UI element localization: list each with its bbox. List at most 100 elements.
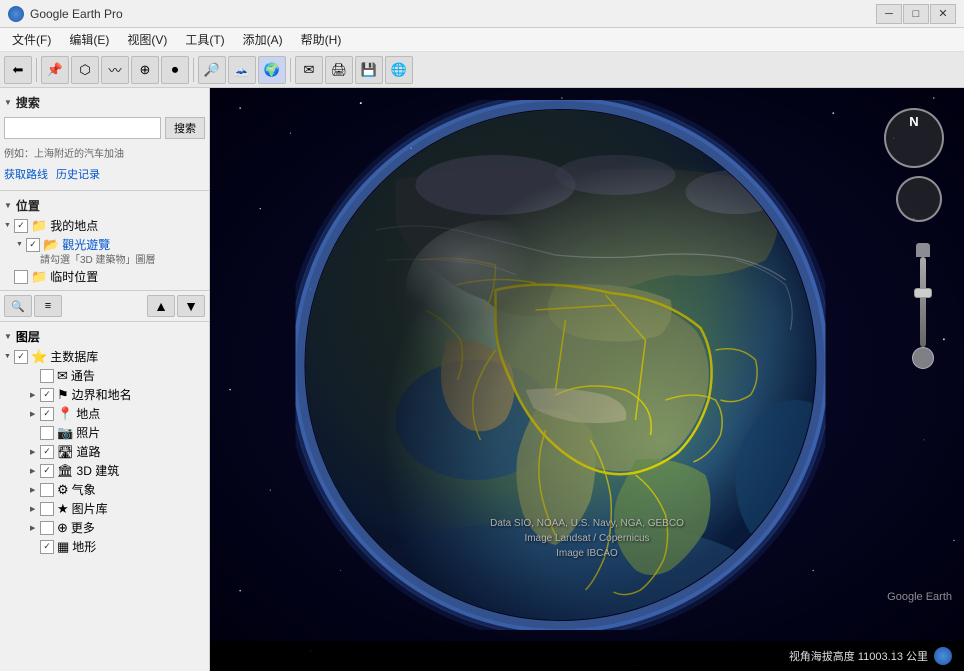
minimize-button[interactable]: ─ (876, 4, 902, 24)
weather-checkbox[interactable] (40, 483, 54, 497)
border-checkbox[interactable] (40, 388, 54, 402)
buildings-checkbox[interactable] (40, 464, 54, 478)
more-label: 更多 (71, 519, 95, 536)
toolbar-sep-2 (193, 58, 194, 82)
toolbar-maps-btn[interactable]: 🌐 (385, 56, 413, 84)
tourism-item[interactable]: ▼ 📂 觀光遊覽 (4, 235, 205, 254)
gallery-item[interactable]: ▶ ★ 图片库 (4, 499, 205, 518)
tourism-label: 觀光遊覽 (62, 236, 110, 253)
map-area[interactable]: N Data SIO, NOAA, U.S. Navy, NGA, GEBCO … (210, 88, 964, 671)
toolbar-earth-btn[interactable]: 🌍 (258, 56, 286, 84)
search-input[interactable] (4, 117, 161, 139)
photos-checkbox[interactable] (40, 426, 54, 440)
nav-compass[interactable]: N (884, 108, 944, 168)
maindb-item[interactable]: ▼ ⭐ 主数据库 (4, 347, 205, 366)
places-layer-checkbox[interactable] (40, 407, 54, 421)
earth-container: N Data SIO, NOAA, U.S. Navy, NGA, GEBCO … (210, 88, 964, 641)
compass-ring[interactable]: N (884, 108, 944, 168)
menu-tools[interactable]: 工具(T) (177, 29, 232, 50)
terrain-checkbox[interactable] (40, 540, 54, 554)
toolbar-overlay-btn[interactable]: ⊕ (131, 56, 159, 84)
buildings-item[interactable]: ▶ 🏛 3D 建筑 (4, 461, 205, 480)
temp-folder-icon: 📁 (31, 269, 47, 285)
temp-checkbox[interactable] (14, 270, 28, 284)
tilt-bottom[interactable] (912, 347, 934, 369)
toolbar-back-btn[interactable]: ⬅ (4, 56, 32, 84)
layers-section: ▼ 图层 ▼ ⭐ 主数据库 ▶ ✉ 通告 ▶ (0, 322, 209, 671)
maindb-label: 主数据库 (50, 348, 98, 365)
zoom-control[interactable] (896, 176, 942, 222)
status-bar: 视角海拔高度 11003.13 公里 (210, 641, 964, 671)
roads-checkbox[interactable] (40, 445, 54, 459)
tourism-checkbox[interactable] (26, 238, 40, 252)
toolbar-polygon-btn[interactable]: ⬡ (71, 56, 99, 84)
tourism-note: 請勾選「3D 建築物」圖層 (4, 254, 205, 267)
more-checkbox[interactable] (40, 521, 54, 535)
app-icon (8, 6, 24, 22)
notice-checkbox[interactable] (40, 369, 54, 383)
gallery-tri: ▶ (30, 505, 40, 513)
menu-add[interactable]: 添加(A) (235, 29, 291, 50)
tilt-handle[interactable] (914, 288, 932, 298)
places-header[interactable]: ▼ 位置 (4, 195, 205, 216)
toolbar-searcharea-btn[interactable]: 🔎 (198, 56, 226, 84)
list-view-btn[interactable]: ≡ (34, 295, 62, 317)
search-button[interactable]: 搜索 (165, 117, 205, 139)
weather-item[interactable]: ▶ ⚙ 气象 (4, 480, 205, 499)
layers-triangle: ▼ (4, 332, 12, 341)
title-left: Google Earth Pro (8, 6, 123, 22)
terrain-item[interactable]: ▶ ▦ 地形 (4, 537, 205, 556)
roads-tri: ▶ (30, 448, 40, 456)
move-up-btn[interactable]: ▲ (147, 295, 175, 317)
my-places-item[interactable]: ▼ 📁 我的地点 (4, 216, 205, 235)
toolbar-placemark-btn[interactable]: 📌 (41, 56, 69, 84)
temp-places-item[interactable]: ▼ 📁 临时位置 (4, 267, 205, 286)
toolbar-save-btn[interactable]: 💾 (355, 56, 383, 84)
buildings-label: 3D 建筑 (77, 462, 120, 479)
places-layer-item[interactable]: ▶ 📍 地点 (4, 404, 205, 423)
menu-view[interactable]: 视图(V) (119, 29, 175, 50)
title-bar: Google Earth Pro ─ □ ✕ (0, 0, 964, 28)
roads-item[interactable]: ▶ 🛣 道路 (4, 442, 205, 461)
roads-label: 道路 (77, 443, 101, 460)
tourism-folder-icon: 📂 (43, 237, 59, 253)
main-layout: ▼ 搜索 搜索 例如：上海附近的汽车加油 获取路线 历史记录 ▼ 位置 ▼ (0, 88, 964, 671)
toolbar-email-btn[interactable]: ✉ (295, 56, 323, 84)
notice-label: 通告 (71, 367, 95, 384)
place-search-btn[interactable]: 🔍 (4, 295, 32, 317)
history-link[interactable]: 历史记录 (56, 166, 100, 182)
buildings-icon: 🏛 (57, 463, 74, 479)
menu-help[interactable]: 帮助(H) (293, 29, 350, 50)
tourism-triangle: ▼ (16, 241, 26, 248)
close-button[interactable]: ✕ (930, 4, 956, 24)
search-section: ▼ 搜索 搜索 例如：上海附近的汽车加油 获取路线 历史记录 (0, 88, 209, 191)
layers-title: 图层 (16, 328, 40, 345)
menu-edit[interactable]: 编辑(E) (61, 29, 117, 50)
maindb-icon: ⭐ (31, 349, 47, 365)
more-item[interactable]: ▶ ⊕ 更多 (4, 518, 205, 537)
toolbar-terrain-btn[interactable]: 🗻 (228, 56, 256, 84)
gallery-checkbox[interactable] (40, 502, 54, 516)
maximize-button[interactable]: □ (903, 4, 929, 24)
toolbar-record-btn[interactable]: ⏺ (161, 56, 189, 84)
notice-icon: ✉ (57, 368, 68, 384)
status-globe-icon (934, 647, 952, 665)
route-link[interactable]: 获取路线 (4, 166, 48, 182)
photos-item[interactable]: ▶ 📷 照片 (4, 423, 205, 442)
notice-tri: ▶ (30, 372, 40, 380)
my-places-checkbox[interactable] (14, 219, 28, 233)
search-header[interactable]: ▼ 搜索 (4, 92, 205, 113)
places-section: ▼ 位置 ▼ 📁 我的地点 ▼ 📂 觀光遊覽 請勾選「3D 建築 (0, 191, 209, 291)
notice-item[interactable]: ▶ ✉ 通告 (4, 366, 205, 385)
tilt-control[interactable] (912, 243, 934, 369)
folder-icon: 📁 (31, 218, 47, 234)
earth-globe[interactable] (296, 100, 826, 630)
toolbar-print-btn[interactable]: 🖨 (325, 56, 353, 84)
maindb-checkbox[interactable] (14, 350, 28, 364)
my-places-triangle: ▼ (4, 222, 14, 229)
move-down-btn[interactable]: ▼ (177, 295, 205, 317)
layers-header[interactable]: ▼ 图层 (4, 326, 205, 347)
menu-file[interactable]: 文件(F) (4, 29, 59, 50)
border-item[interactable]: ▶ ⚑ 边界和地名 (4, 385, 205, 404)
toolbar-path-btn[interactable]: 〰 (101, 56, 129, 84)
